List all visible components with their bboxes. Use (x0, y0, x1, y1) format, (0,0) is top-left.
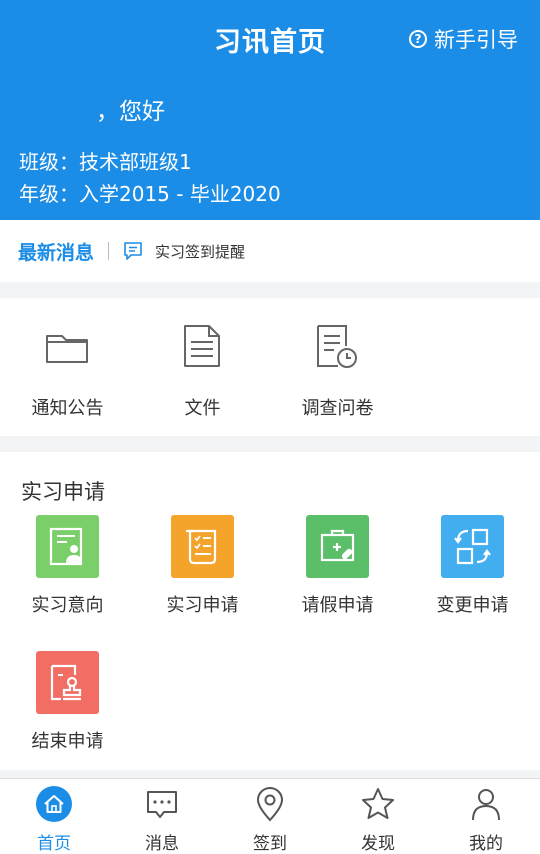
medical-kit-icon (320, 529, 355, 562)
tab-discover[interactable]: 发现 (324, 779, 432, 854)
tab-checkin[interactable]: 签到 (216, 779, 324, 854)
chat-icon (147, 791, 177, 818)
apply-label: 实习申请 (166, 595, 239, 616)
latest-news-label: 最新消息 (18, 241, 95, 264)
survey-clock-icon (317, 325, 357, 368)
help-circle-icon: ? (409, 30, 427, 48)
greeting-text: ，您好 (96, 99, 165, 125)
file-button[interactable]: 文件 (135, 298, 270, 436)
end-tile (36, 651, 99, 714)
tab-mine-label: 我的 (469, 834, 503, 854)
tab-home[interactable]: 首页 (0, 779, 108, 854)
survey-button[interactable]: 调查问卷 (270, 298, 405, 436)
document-icon (184, 325, 220, 367)
tab-discover-label: 发现 (361, 834, 395, 854)
star-icon (362, 788, 394, 819)
tab-messages[interactable]: 消息 (108, 779, 216, 854)
survey-label: 调查问卷 (301, 398, 374, 419)
internship-apply-section: 实习申请 实习意向 实习申请 请假申请 变更申请 结束申请 (0, 452, 540, 770)
leave-button[interactable]: 请假申请 (270, 515, 405, 645)
file-label: 文件 (184, 398, 221, 419)
apply-button[interactable]: 实习申请 (135, 515, 270, 645)
leave-label: 请假申请 (301, 595, 374, 616)
change-tile (441, 515, 504, 578)
tab-messages-label: 消息 (145, 834, 179, 854)
change-label: 变更申请 (436, 595, 509, 616)
intent-button[interactable]: 实习意向 (0, 515, 135, 645)
latest-news-bar[interactable]: 最新消息 实习签到提醒 (0, 220, 540, 282)
stamp-icon (50, 664, 82, 701)
divider (108, 242, 110, 260)
folder-icon (46, 335, 88, 363)
class-info: 班级：技术部班级1 (19, 150, 192, 174)
change-button[interactable]: 变更申请 (405, 515, 540, 645)
guide-label: 新手引导 (434, 28, 518, 52)
scroll-checklist-icon (186, 529, 217, 565)
header-banner: 习讯首页 ? 新手引导 ，您好 班级：技术部班级1 年级：入学2015 - 毕业… (0, 0, 540, 220)
latest-news-text: 实习签到提醒 (155, 242, 246, 261)
end-button[interactable]: 结束申请 (0, 651, 135, 781)
section-title: 实习申请 (21, 480, 105, 504)
end-label: 结束申请 (31, 731, 104, 752)
intent-label: 实习意向 (31, 595, 104, 616)
leave-tile (306, 515, 369, 578)
tab-home-label: 首页 (37, 834, 71, 854)
person-icon (472, 789, 500, 821)
notice-button[interactable]: 通知公告 (0, 298, 135, 436)
notice-label: 通知公告 (31, 398, 104, 419)
apply-tile (171, 515, 234, 578)
beginner-guide-button[interactable]: ? 新手引导 (409, 24, 518, 54)
resume-person-icon (49, 527, 83, 566)
home-icon (36, 786, 72, 822)
year-info: 年级：入学2015 - 毕业2020 (19, 182, 281, 206)
bottom-tab-bar: 首页 消息 签到 发现 我的 (0, 778, 540, 854)
tab-mine[interactable]: 我的 (432, 779, 540, 854)
tab-checkin-label: 签到 (253, 834, 287, 854)
location-pin-icon (256, 787, 284, 822)
message-icon (124, 242, 142, 260)
swap-layout-icon (454, 528, 491, 565)
tools-section: 通知公告 文件 调查问卷 (0, 298, 540, 436)
intent-tile (36, 515, 99, 578)
